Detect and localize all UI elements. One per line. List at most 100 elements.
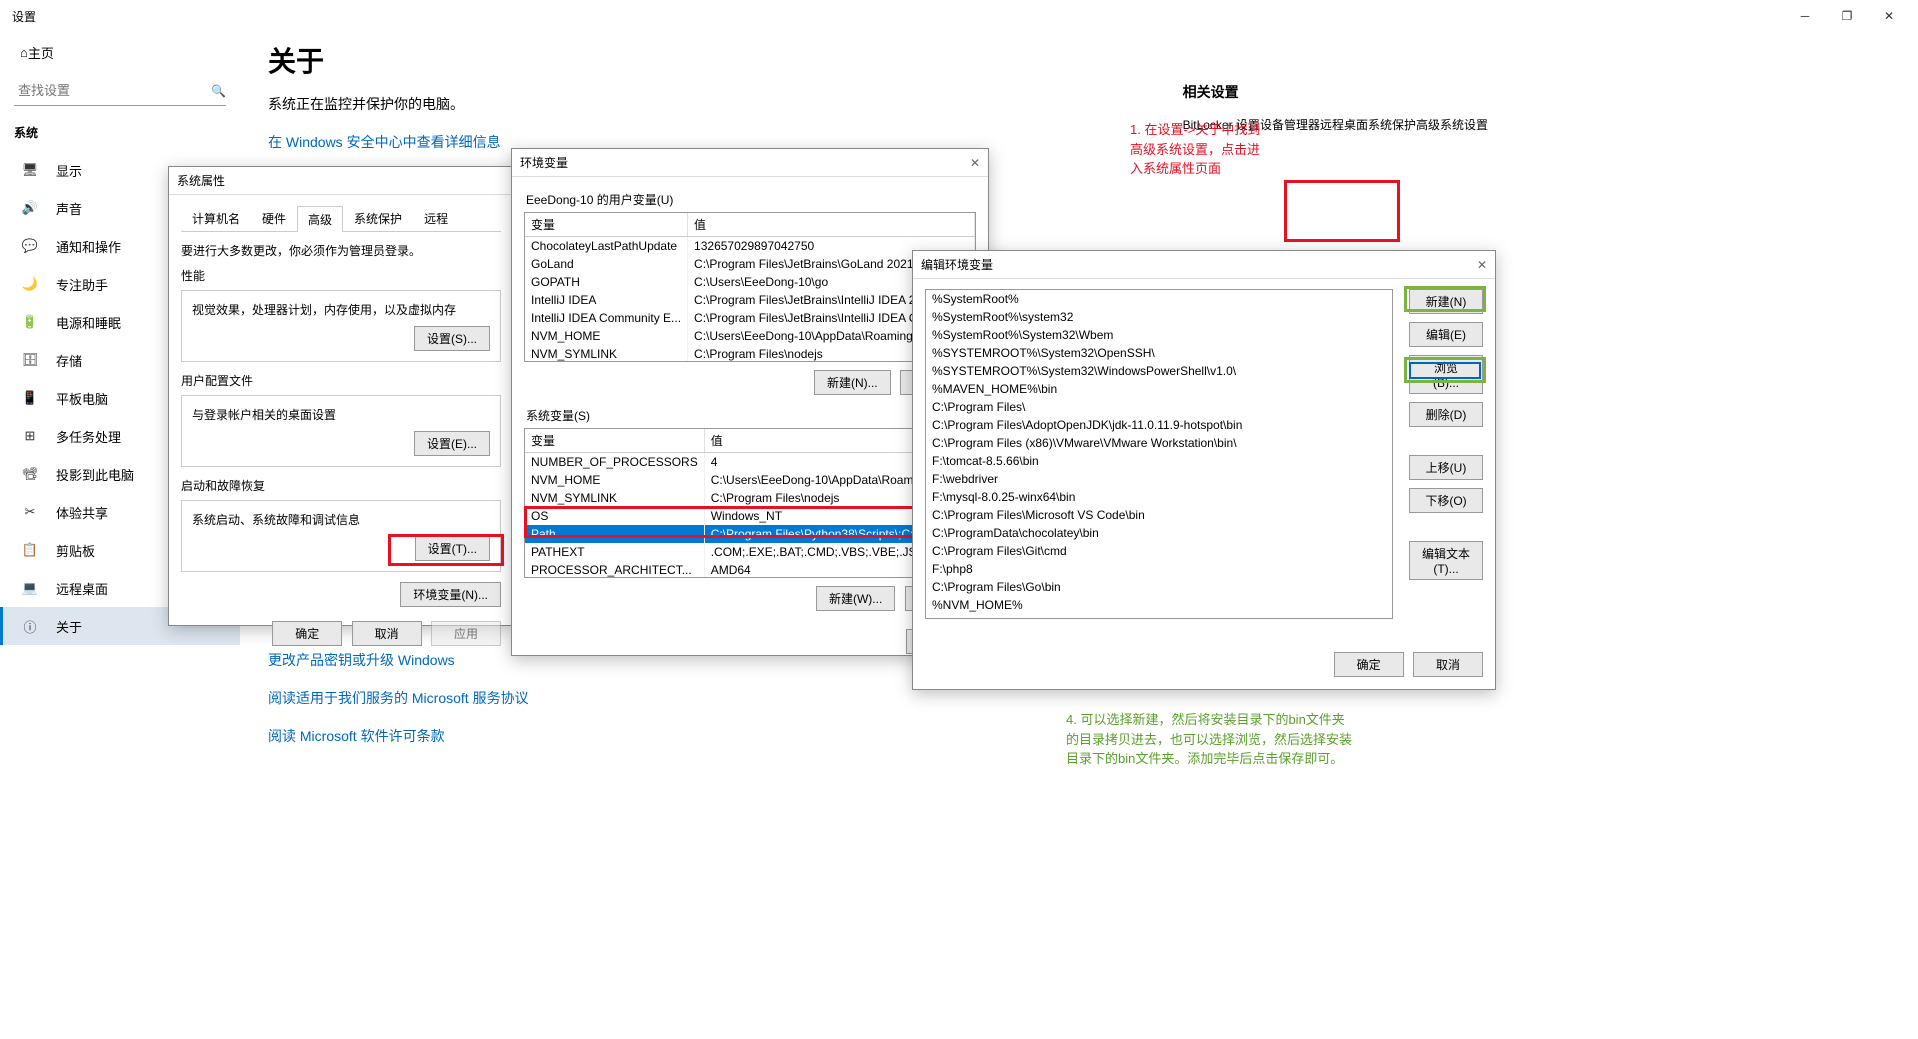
- table-row[interactable]: PATHEXT.COM;.EXE;.BAT;.CMD;.VBS;.VBE;.JS…: [525, 543, 975, 561]
- tab-protection[interactable]: 系统保护: [343, 205, 413, 231]
- nav-icon: ⓘ: [20, 617, 40, 636]
- related-link[interactable]: 高级系统设置: [1416, 118, 1488, 132]
- nav-icon: 📱: [20, 390, 40, 406]
- path-down-button[interactable]: 下移(O): [1409, 488, 1483, 513]
- col-var2: 变量: [525, 429, 704, 453]
- list-item[interactable]: F:\tomcat-8.5.66\bin: [926, 452, 1392, 470]
- editpath-ok-button[interactable]: 确定: [1334, 652, 1404, 677]
- perf-title: 性能: [181, 267, 501, 284]
- startup-settings-button[interactable]: 设置(T)...: [415, 536, 490, 561]
- nav-label: 电源和睡眠: [56, 313, 121, 332]
- nav-label: 关于: [56, 617, 82, 636]
- editpath-cancel-button[interactable]: 取消: [1413, 652, 1483, 677]
- list-item[interactable]: C:\Program Files\: [926, 398, 1392, 416]
- maximize-button[interactable]: ❐: [1826, 2, 1868, 30]
- related-link[interactable]: 远程桌面: [1320, 118, 1368, 132]
- nav-label: 通知和操作: [56, 237, 121, 256]
- envvars-titlebar: 环境变量 ✕: [512, 149, 988, 177]
- user-new-button[interactable]: 新建(N)...: [814, 370, 891, 395]
- perf-settings-button[interactable]: 设置(S)...: [414, 326, 490, 351]
- nav-icon: 🔊: [20, 200, 40, 216]
- tab-hardware[interactable]: 硬件: [251, 205, 297, 231]
- profile-desc: 与登录帐户相关的桌面设置: [192, 406, 490, 423]
- search-input[interactable]: [14, 79, 211, 102]
- list-item[interactable]: C:\Program Files\AdoptOpenJDK\jdk-11.0.1…: [926, 416, 1392, 434]
- nav-label: 专注助手: [56, 275, 108, 294]
- table-row[interactable]: IntelliJ IDEAC:\Program Files\JetBrains\…: [525, 291, 975, 309]
- nav-label: 显示: [56, 161, 82, 180]
- list-item[interactable]: C:\Program Files\Microsoft VS Code\bin: [926, 506, 1392, 524]
- list-item[interactable]: %SystemRoot%: [926, 290, 1392, 308]
- list-item[interactable]: F:\php8: [926, 560, 1392, 578]
- col-val: 值: [688, 213, 975, 237]
- nav-icon: 🗄: [20, 352, 40, 368]
- editpath-close-icon[interactable]: ✕: [1459, 258, 1487, 272]
- list-item[interactable]: F:\mysql-8.0.25-winx64\bin: [926, 488, 1392, 506]
- path-edittext-button[interactable]: 编辑文本(T)...: [1409, 541, 1483, 580]
- path-browse-button[interactable]: 浏览(B)...: [1409, 355, 1483, 394]
- sys-vars-table[interactable]: 变量值 NUMBER_OF_PROCESSORS4NVM_HOMEC:\User…: [524, 428, 976, 578]
- table-row[interactable]: NVM_SYMLINKC:\Program Files\nodejs: [525, 345, 975, 362]
- annotation-1: 1. 在设置->关于中找到 高级系统设置，点击进 入系统属性页面: [1130, 120, 1260, 179]
- sysprops-title: 系统属性: [177, 172, 505, 189]
- path-up-button[interactable]: 上移(U): [1409, 455, 1483, 480]
- sidebar-search[interactable]: 🔍: [14, 76, 226, 106]
- list-item[interactable]: %MAVEN_HOME%\bin: [926, 380, 1392, 398]
- env-vars-button[interactable]: 环境变量(N)...: [400, 582, 501, 607]
- list-item[interactable]: C:\Program Files\Go\bin: [926, 578, 1392, 596]
- path-new-button[interactable]: 新建(N): [1409, 289, 1483, 314]
- nav-icon: ⊞: [20, 428, 40, 444]
- table-row[interactable]: NVM_HOMEC:\Users\EeeDong-10\AppData\Roam…: [525, 471, 975, 489]
- list-item[interactable]: %NVM_SYMLINK%: [926, 614, 1392, 619]
- link-service-agreement[interactable]: 阅读适用于我们服务的 Microsoft 服务协议: [268, 688, 1898, 708]
- table-row[interactable]: PROCESSOR_ARCHITECT...AMD64: [525, 561, 975, 578]
- related-link[interactable]: 系统保护: [1368, 118, 1416, 132]
- sysprops-ok-button[interactable]: 确定: [272, 621, 342, 646]
- nav-label: 剪贴板: [56, 541, 95, 560]
- nav-icon: 📋: [20, 542, 40, 558]
- path-delete-button[interactable]: 删除(D): [1409, 402, 1483, 427]
- list-item[interactable]: C:\Program Files\Git\cmd: [926, 542, 1392, 560]
- table-row[interactable]: OSWindows_NT: [525, 507, 975, 525]
- table-row[interactable]: PathC:\Program Files\Python38\Scripts\;C…: [525, 525, 975, 543]
- tab-advanced[interactable]: 高级: [297, 206, 343, 232]
- table-row[interactable]: NUMBER_OF_PROCESSORS4: [525, 453, 975, 472]
- profile-settings-button[interactable]: 设置(E)...: [414, 431, 490, 456]
- list-item[interactable]: F:\webdriver: [926, 470, 1392, 488]
- list-item[interactable]: C:\Program Files (x86)\VMware\VMware Wor…: [926, 434, 1392, 452]
- sys-new-button[interactable]: 新建(W)...: [816, 586, 895, 611]
- sys-vars-label: 系统变量(S): [526, 407, 976, 424]
- sidebar-home[interactable]: ⌂ 主页: [0, 32, 240, 72]
- close-button[interactable]: ✕: [1868, 2, 1910, 30]
- tab-remote[interactable]: 远程: [413, 205, 459, 231]
- path-edit-button[interactable]: 编辑(E): [1409, 322, 1483, 347]
- tab-computer-name[interactable]: 计算机名: [181, 205, 251, 231]
- table-row[interactable]: ChocolateyLastPathUpdate1326570298970427…: [525, 237, 975, 256]
- nav-icon: ✂: [20, 504, 40, 520]
- envvars-close-icon[interactable]: ✕: [952, 156, 980, 170]
- user-vars-table[interactable]: 变量值 ChocolateyLastPathUpdate132657029897…: [524, 212, 976, 362]
- list-item[interactable]: %NVM_HOME%: [926, 596, 1392, 614]
- list-item[interactable]: %SYSTEMROOT%\System32\WindowsPowerShell\…: [926, 362, 1392, 380]
- minimize-button[interactable]: ─: [1784, 2, 1826, 30]
- sidebar-section-title: 系统: [0, 118, 240, 151]
- table-row[interactable]: NVM_HOMEC:\Users\EeeDong-10\AppData\Roam…: [525, 327, 975, 345]
- list-item[interactable]: %SystemRoot%\system32: [926, 308, 1392, 326]
- table-row[interactable]: GOPATHC:\Users\EeeDong-10\go: [525, 273, 975, 291]
- sysprops-apply-button[interactable]: 应用: [431, 621, 501, 646]
- sysprops-cancel-button[interactable]: 取消: [352, 621, 422, 646]
- list-item[interactable]: %SystemRoot%\System32\Wbem: [926, 326, 1392, 344]
- table-row[interactable]: NVM_SYMLINKC:\Program Files\nodejs: [525, 489, 975, 507]
- nav-label: 体验共享: [56, 503, 108, 522]
- editpath-titlebar: 编辑环境变量 ✕: [913, 251, 1495, 279]
- related-link[interactable]: 设备管理器: [1260, 118, 1320, 132]
- page-title: 关于: [268, 40, 1898, 80]
- nav-label: 远程桌面: [56, 579, 108, 598]
- list-item[interactable]: C:\ProgramData\chocolatey\bin: [926, 524, 1392, 542]
- list-item[interactable]: %SYSTEMROOT%\System32\OpenSSH\: [926, 344, 1392, 362]
- perf-desc: 视觉效果，处理器计划，内存使用，以及虚拟内存: [192, 301, 490, 318]
- table-row[interactable]: GoLandC:\Program Files\JetBrains\GoLand …: [525, 255, 975, 273]
- nav-icon: 🌙: [20, 276, 40, 292]
- path-list[interactable]: %SystemRoot%%SystemRoot%\system32%System…: [925, 289, 1393, 619]
- table-row[interactable]: IntelliJ IDEA Community E...C:\Program F…: [525, 309, 975, 327]
